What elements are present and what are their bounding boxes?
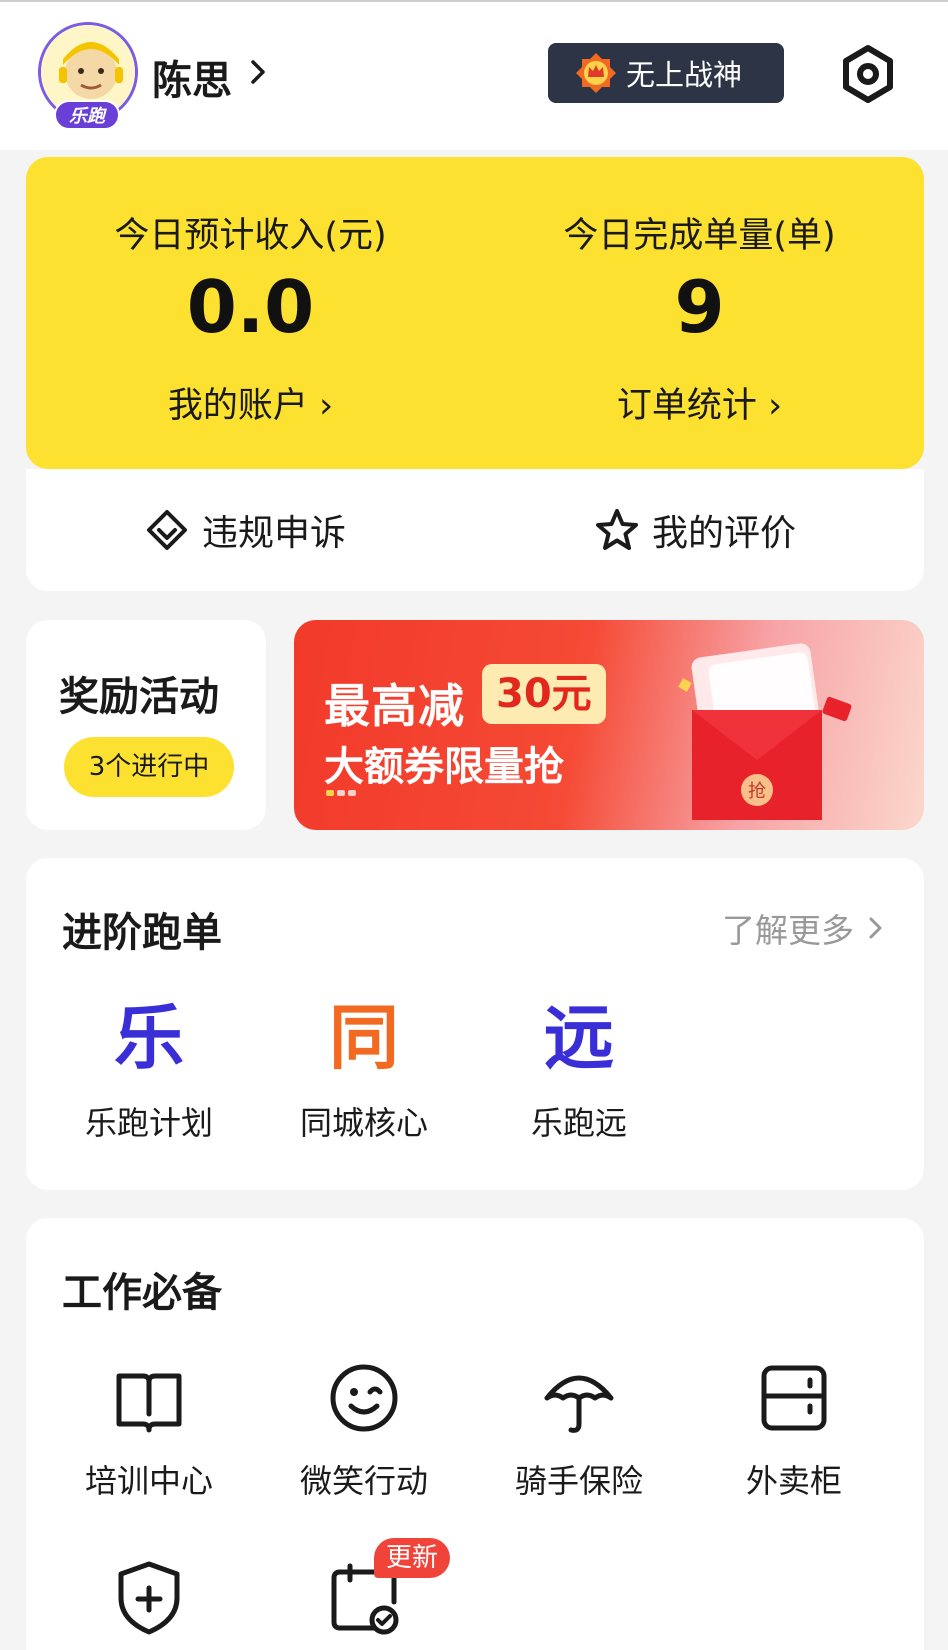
- advanced-item-label: 乐跑计划: [84, 1104, 213, 1142]
- username[interactable]: 陈思: [152, 48, 232, 106]
- advanced-title: 进阶跑单: [62, 910, 222, 956]
- city-glyph-icon: 同: [329, 997, 399, 1079]
- promo-banner[interactable]: 最高减 30元 大额券限量抢 抢: [294, 620, 924, 830]
- appeal-button[interactable]: 违规申诉: [144, 507, 347, 554]
- rank-badge[interactable]: 无上战神: [548, 43, 784, 103]
- orders-label: 今日完成单量(单): [563, 216, 836, 256]
- account-link[interactable]: 我的账户 ›: [26, 377, 475, 428]
- income-stat[interactable]: 今日预计收入(元) 0.0 我的账户 ›: [26, 157, 475, 469]
- advanced-item-label: 同城核心: [299, 1104, 428, 1142]
- advanced-item-lepao-plan[interactable]: 乐 乐跑计划: [49, 998, 249, 1144]
- order-stats-label: 订单统计: [616, 386, 757, 426]
- shield-plus-icon: [118, 1561, 180, 1635]
- rewards-status-badge: 3个进行中: [64, 737, 234, 797]
- chevron-right-icon[interactable]: [244, 58, 272, 86]
- far-glyph-icon: 远: [544, 997, 614, 1079]
- earnings-card: 今日预计收入(元) 0.0 我的账户 › 今日完成单量(单) 9 订单统计 ›: [26, 157, 924, 469]
- account-link-label: 我的账户: [167, 386, 308, 426]
- envelope-label: 抢: [748, 781, 766, 802]
- advanced-item-label: 乐跑远: [530, 1104, 627, 1142]
- learn-more-link[interactable]: 了解更多: [722, 904, 888, 952]
- income-value: 0.0: [186, 265, 315, 349]
- work-item-label: 微笑行动: [299, 1462, 428, 1500]
- diamond-hand-icon: [147, 510, 187, 550]
- locker-icon: [761, 1365, 827, 1431]
- learn-more-label: 了解更多: [722, 911, 854, 950]
- orders-value: 9: [674, 265, 725, 349]
- work-title: 工作必备: [62, 1270, 222, 1316]
- work-item-label: 外卖柜: [745, 1462, 842, 1500]
- lepao-glyph-icon: 乐: [114, 997, 184, 1079]
- star-icon: [596, 509, 638, 550]
- promo-amount-tag: 30元: [482, 664, 606, 724]
- work-item-schedule[interactable]: 更新: [264, 1538, 464, 1638]
- rewards-title: 奖励活动: [59, 674, 219, 720]
- income-label: 今日预计收入(元): [114, 216, 387, 256]
- status-divider: [0, 0, 948, 2]
- work-item-insurance[interactable]: 骑手保险: [479, 1358, 679, 1502]
- settings-icon[interactable]: [838, 44, 898, 104]
- order-stats-link[interactable]: 订单统计 ›: [475, 377, 924, 428]
- promo-subline: 大额券限量抢: [324, 744, 564, 790]
- work-item-training[interactable]: 培训中心: [49, 1358, 249, 1502]
- crown-medal-icon: [576, 53, 616, 93]
- appeal-label: 违规申诉: [202, 513, 347, 554]
- reviews-label: 我的评价: [652, 513, 797, 554]
- quick-actions: 违规申诉 我的评价: [26, 469, 924, 591]
- rank-title: 无上战神: [626, 58, 743, 92]
- reviews-button[interactable]: 我的评价: [594, 507, 797, 554]
- advanced-item-city-core[interactable]: 同 同城核心: [264, 998, 464, 1144]
- work-item-label: 培训中心: [84, 1462, 213, 1500]
- red-envelope-icon: 抢: [678, 643, 852, 820]
- promo-headline: 最高减: [324, 679, 465, 733]
- chevron-right-icon: ›: [756, 386, 783, 426]
- chevron-right-icon: [869, 917, 882, 939]
- rewards-card[interactable]: 奖励活动 3个进行中: [26, 620, 266, 830]
- update-badge: 更新: [374, 1538, 451, 1578]
- book-icon: [116, 1373, 182, 1433]
- chevron-right-icon: ›: [307, 386, 334, 426]
- advanced-item-lepao-far[interactable]: 远 乐跑远: [479, 998, 679, 1144]
- work-essentials-card: 工作必备 培训中心 微笑行动 骑手保险 外卖柜 更新: [26, 1218, 924, 1650]
- orders-stat[interactable]: 今日完成单量(单) 9 订单统计 ›: [475, 157, 924, 469]
- work-item-smile[interactable]: 微笑行动: [264, 1358, 464, 1502]
- smile-icon: [330, 1364, 398, 1432]
- advanced-running-card: 进阶跑单 了解更多 乐 乐跑计划 同 同城核心 远 乐跑远: [26, 858, 924, 1190]
- work-item-label: 骑手保险: [514, 1462, 643, 1500]
- profile-header: 乐跑 陈思 无上战神: [0, 0, 948, 150]
- work-item-locker[interactable]: 外卖柜: [694, 1358, 894, 1502]
- avatar-badge: 乐跑: [54, 100, 120, 130]
- work-item-safety[interactable]: [49, 1558, 249, 1638]
- carousel-dots-icon: [326, 790, 356, 796]
- umbrella-icon: [544, 1375, 614, 1433]
